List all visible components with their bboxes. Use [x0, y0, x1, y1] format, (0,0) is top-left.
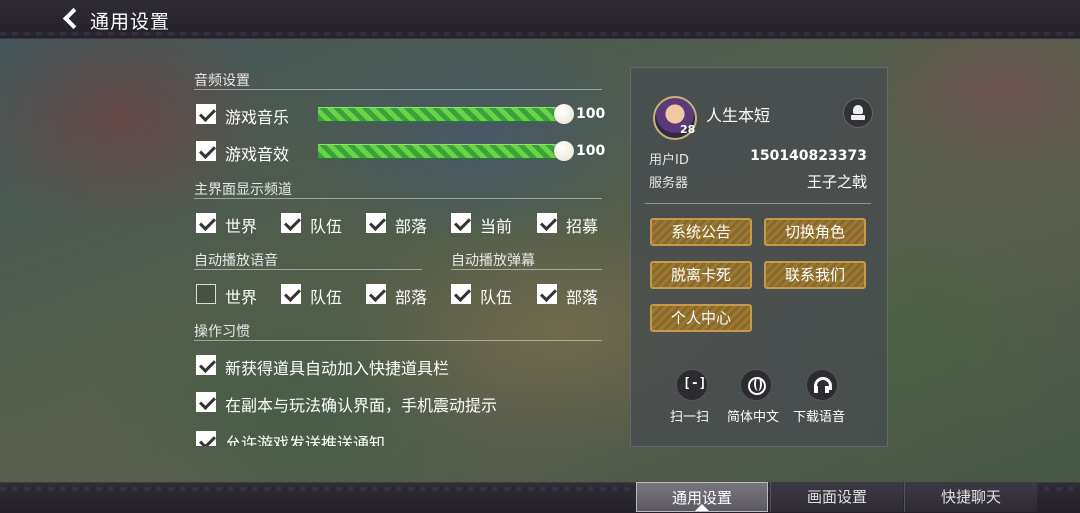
language-label[interactable]: 简体中文 [727, 406, 779, 425]
divider [194, 340, 602, 341]
divider [194, 269, 422, 270]
channel-current-checkbox[interactable] [451, 213, 471, 233]
divider [645, 203, 871, 204]
tab-general-settings[interactable]: 通用设置 [636, 482, 768, 512]
scan-icon[interactable] [676, 369, 708, 401]
danmaku-tribe-checkbox[interactable] [537, 284, 557, 304]
globe-icon[interactable] [740, 369, 772, 401]
player-name: 人生本短 [706, 106, 771, 125]
sfx-value: 100 [576, 143, 606, 159]
page-title: 通用设置 [90, 11, 171, 33]
voice-world-checkbox[interactable] [196, 284, 216, 304]
voice-team-checkbox[interactable] [281, 284, 301, 304]
voice-tribe-checkbox[interactable] [366, 284, 386, 304]
music-value: 100 [576, 106, 606, 122]
channel-world-label: 世界 [225, 217, 258, 236]
switch-role-button[interactable]: 切换角色 [764, 218, 866, 246]
divider [194, 89, 602, 90]
autoplay-danmaku-section-title: 自动播放弹幕 [451, 253, 535, 269]
audio-section-title: 音频设置 [194, 73, 250, 89]
channel-recruit-checkbox[interactable] [537, 213, 557, 233]
music-checkbox[interactable] [196, 104, 216, 124]
headphones-icon[interactable] [806, 369, 838, 401]
sfx-slider-track[interactable] [318, 144, 564, 159]
push-notify-checkbox[interactable] [196, 431, 216, 446]
music-label: 游戏音乐 [225, 108, 290, 127]
uid-value: 150140823373 [750, 148, 867, 164]
player-level: 28 [680, 123, 696, 136]
channel-tribe-checkbox[interactable] [366, 213, 386, 233]
back-arrow-icon[interactable] [58, 6, 84, 32]
scroll-clip: 允许游戏发送推送通知 [190, 428, 610, 446]
habits-section-title: 操作习惯 [194, 324, 250, 340]
channel-recruit-label: 招募 [566, 217, 599, 236]
server-value: 王子之戟 [806, 173, 867, 191]
autoplay-voice-section-title: 自动播放语音 [194, 253, 278, 269]
tab-graphics-settings[interactable]: 画面设置 [770, 482, 903, 512]
channel-tribe-label: 部落 [395, 217, 428, 236]
download-voice-label[interactable]: 下载语音 [793, 406, 845, 425]
uid-label: 用户ID [649, 153, 689, 168]
auto-add-item-checkbox[interactable] [196, 355, 216, 375]
danmaku-team-checkbox[interactable] [451, 284, 471, 304]
sfx-slider-knob[interactable] [554, 141, 574, 161]
divider [194, 198, 602, 199]
music-slider-track[interactable] [318, 107, 564, 122]
sfx-label: 游戏音效 [225, 145, 290, 164]
auto-add-item-label: 新获得道具自动加入快捷道具栏 [225, 359, 450, 378]
sfx-checkbox[interactable] [196, 141, 216, 161]
announcement-button[interactable]: 系统公告 [650, 218, 752, 246]
unstuck-button[interactable]: 脱离卡死 [650, 261, 752, 289]
server-label: 服务器 [649, 176, 689, 191]
voice-team-label: 队伍 [310, 288, 343, 307]
personal-center-button[interactable]: 个人中心 [650, 304, 752, 332]
channel-team-checkbox[interactable] [281, 213, 301, 233]
vibrate-confirm-checkbox[interactable] [196, 392, 216, 412]
scan-label[interactable]: 扫一扫 [670, 406, 709, 425]
tab-quick-chat[interactable]: 快捷聊天 [904, 482, 1037, 512]
channels-section-title: 主界面显示频道 [194, 182, 292, 198]
danmaku-tribe-label: 部落 [566, 288, 599, 307]
user-icon[interactable] [843, 98, 873, 128]
channel-team-label: 队伍 [310, 217, 343, 236]
contact-us-button[interactable]: 联系我们 [764, 261, 866, 289]
vibrate-confirm-label: 在副本与玩法确认界面，手机震动提示 [225, 396, 498, 415]
voice-tribe-label: 部落 [395, 288, 428, 307]
push-notify-label: 允许游戏发送推送通知 [225, 434, 386, 446]
voice-world-label: 世界 [225, 288, 258, 307]
channel-world-checkbox[interactable] [196, 213, 216, 233]
music-slider-knob[interactable] [554, 104, 574, 124]
danmaku-team-label: 队伍 [480, 288, 513, 307]
channel-current-label: 当前 [480, 217, 513, 236]
divider [451, 269, 602, 270]
